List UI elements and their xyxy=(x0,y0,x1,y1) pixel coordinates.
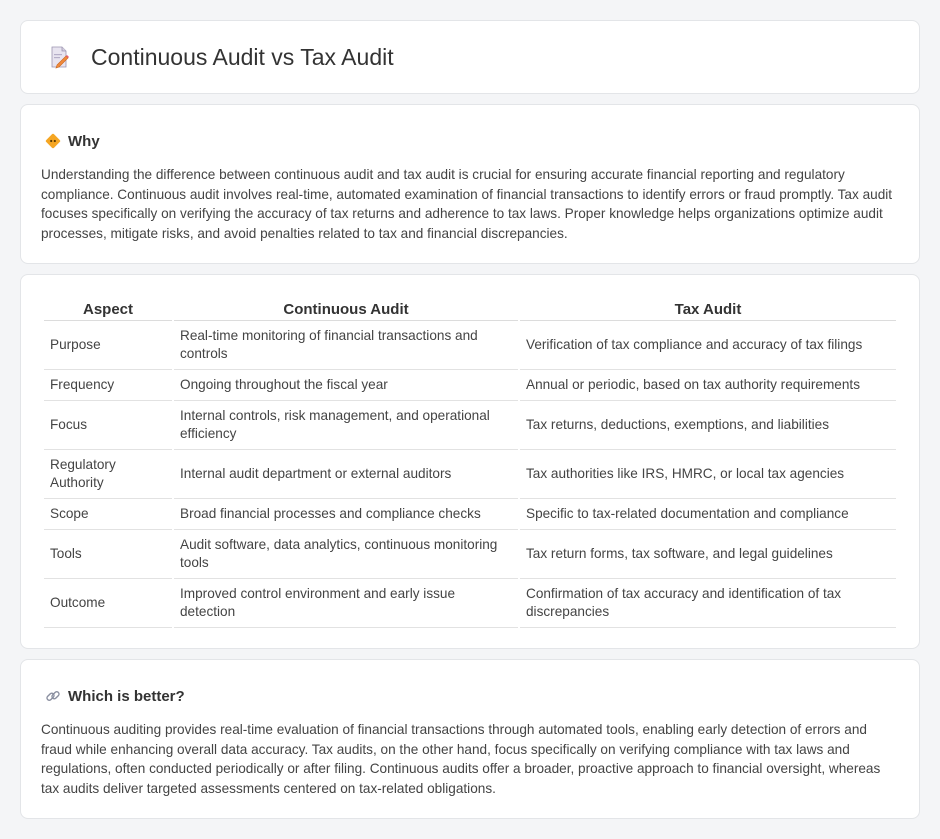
comparison-section: Aspect Continuous Audit Tax Audit Purpos… xyxy=(20,274,920,649)
header-continuous-audit: Continuous Audit xyxy=(174,297,518,321)
better-text: Continuous auditing provides real-time e… xyxy=(41,722,881,796)
cell-tax: Specific to tax-related documentation an… xyxy=(520,499,896,530)
cell-continuous: Audit software, data analytics, continuo… xyxy=(174,530,518,579)
cell-aspect: Tools xyxy=(44,530,172,579)
comparison-table: Aspect Continuous Audit Tax Audit Purpos… xyxy=(42,297,898,628)
cell-aspect: Purpose xyxy=(44,321,172,370)
cell-tax: Annual or periodic, based on tax authori… xyxy=(520,370,896,401)
cell-continuous: Real-time monitoring of financial transa… xyxy=(174,321,518,370)
header-aspect: Aspect xyxy=(44,297,172,321)
cell-aspect: Frequency xyxy=(44,370,172,401)
table-row: Purpose Real-time monitoring of financia… xyxy=(44,321,896,370)
cell-tax: Verification of tax compliance and accur… xyxy=(520,321,896,370)
cell-tax: Tax authorities like IRS, HMRC, or local… xyxy=(520,450,896,499)
table-row: Frequency Ongoing throughout the fiscal … xyxy=(44,370,896,401)
title-card: Continuous Audit vs Tax Audit xyxy=(20,20,920,94)
why-title: Why xyxy=(68,132,100,150)
why-section: Why Understanding the difference between… xyxy=(20,104,920,264)
link-icon xyxy=(46,691,60,701)
cell-aspect: Scope xyxy=(44,499,172,530)
cell-aspect: Outcome xyxy=(44,579,172,628)
table-row: Outcome Improved control environment and… xyxy=(44,579,896,628)
cell-aspect: Regulatory Authority xyxy=(44,450,172,499)
which-is-better-section: Which is better? Continuous auditing pro… xyxy=(20,659,920,819)
table-row: Scope Broad financial processes and comp… xyxy=(44,499,896,530)
cell-continuous: Ongoing throughout the fiscal year xyxy=(174,370,518,401)
bulb-diamond-icon xyxy=(45,133,61,149)
table-row: Regulatory Authority Internal audit depa… xyxy=(44,450,896,499)
table-row: Focus Internal controls, risk management… xyxy=(44,401,896,450)
why-header: Why xyxy=(21,105,919,153)
better-header: Which is better? xyxy=(21,660,919,708)
title-row: Continuous Audit vs Tax Audit xyxy=(21,21,919,93)
cell-continuous: Internal controls, risk management, and … xyxy=(174,401,518,450)
page-title: Continuous Audit vs Tax Audit xyxy=(91,43,394,70)
cell-tax: Tax return forms, tax software, and lega… xyxy=(520,530,896,579)
cell-aspect: Focus xyxy=(44,401,172,450)
better-title: Which is better? xyxy=(68,687,185,705)
why-text: Understanding the difference between con… xyxy=(41,167,893,241)
cell-tax: Tax returns, deductions, exemptions, and… xyxy=(520,401,896,450)
table-header-row: Aspect Continuous Audit Tax Audit xyxy=(44,297,896,321)
document-edit-icon xyxy=(51,46,69,69)
cell-continuous: Internal audit department or external au… xyxy=(174,450,518,499)
cell-continuous: Improved control environment and early i… xyxy=(174,579,518,628)
header-tax-audit: Tax Audit xyxy=(520,297,896,321)
cell-tax: Confirmation of tax accuracy and identif… xyxy=(520,579,896,628)
cell-continuous: Broad financial processes and compliance… xyxy=(174,499,518,530)
table-row: Tools Audit software, data analytics, co… xyxy=(44,530,896,579)
